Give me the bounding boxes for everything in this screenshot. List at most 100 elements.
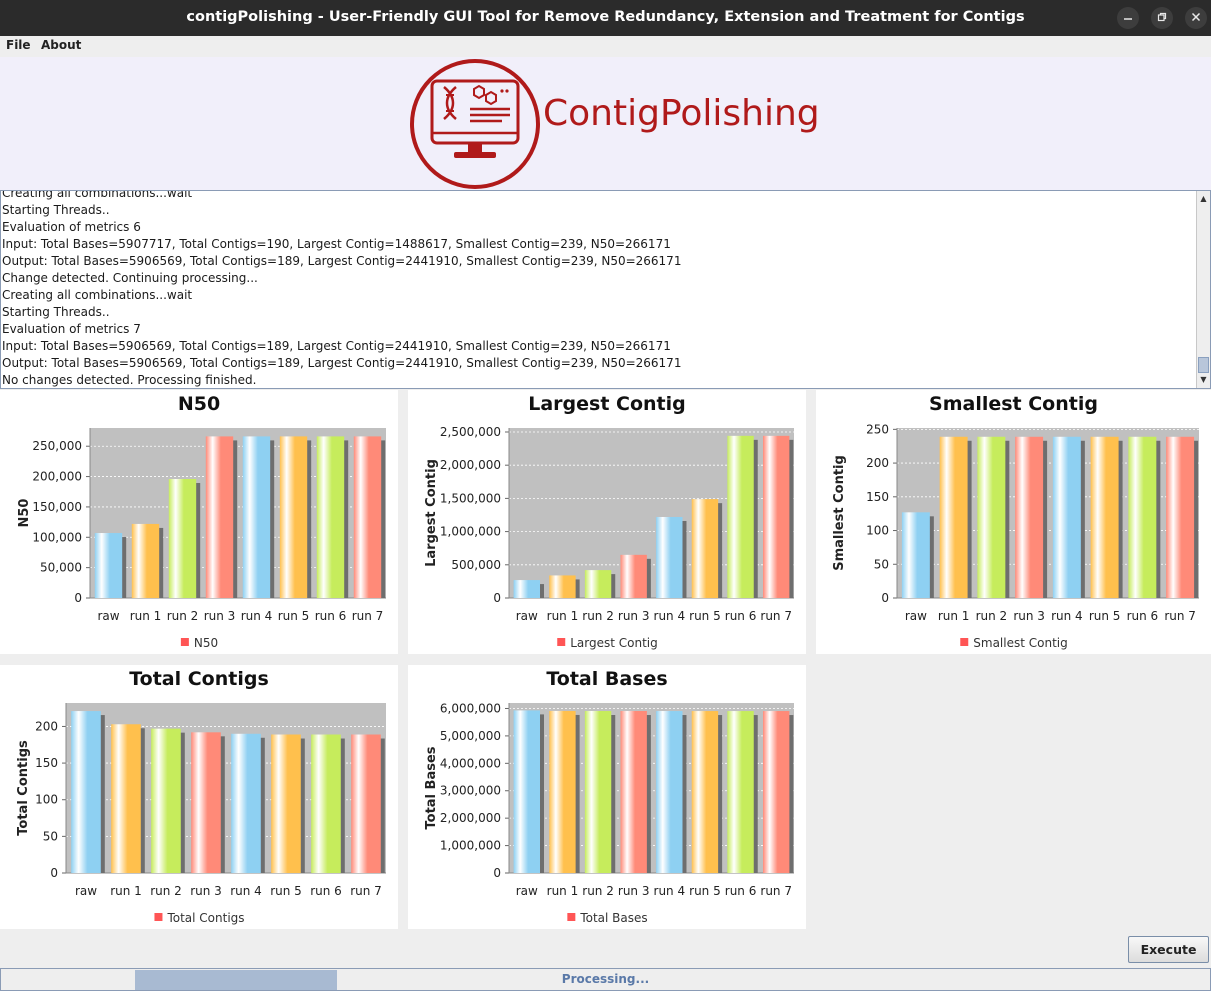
log-line: Starting Threads.. bbox=[2, 305, 110, 319]
chart-svg: 0 50,000 100,000 150,000 200,000 250,000 N50 ra… bbox=[17, 428, 386, 650]
chart-svg: 0 50 100 150 200 250 Smallest Contig raw run 1 ru… bbox=[832, 422, 1199, 650]
x-tick-label: run 1 bbox=[547, 609, 579, 623]
x-tick-label: run 4 bbox=[654, 609, 686, 623]
x-tick-label: run 2 bbox=[150, 884, 182, 898]
x-tick-label: run 2 bbox=[582, 609, 614, 623]
title-bar: contigPolishing - User-Friendly GUI Tool… bbox=[0, 0, 1211, 36]
bar-run-5 bbox=[691, 711, 719, 873]
y-tick-label: 0 bbox=[493, 866, 501, 880]
bar-run-3 bbox=[205, 436, 234, 598]
y-tick-label: 0 bbox=[50, 866, 58, 880]
bar-run-1 bbox=[939, 436, 968, 598]
bar-run-4 bbox=[231, 733, 261, 873]
legend-label: Smallest Contig bbox=[973, 636, 1067, 650]
bar-run-1 bbox=[131, 523, 160, 598]
bar-run-1 bbox=[549, 710, 576, 873]
chart-svg: 0 500,000 1,000,000 1,500,000 2,000,000 2,500… bbox=[424, 425, 794, 650]
x-tick-label: run 5 bbox=[1089, 609, 1121, 623]
y-tick-label: 5,000,000 bbox=[440, 729, 501, 743]
x-tick-label: run 6 bbox=[315, 609, 347, 623]
bar-run-1 bbox=[549, 575, 576, 598]
menu-about[interactable]: About bbox=[41, 38, 81, 52]
x-tick-label: run 4 bbox=[241, 609, 273, 623]
y-axis-title: Total Contigs bbox=[16, 740, 31, 836]
x-tick-label: run 7 bbox=[760, 609, 792, 623]
y-tick-label: 1,500,000 bbox=[440, 491, 501, 505]
bar-run-1 bbox=[111, 724, 141, 873]
chart-panel-smallest-contig: Smallest Contig 0 50 100 150 200 250 Smallest … bbox=[816, 390, 1211, 654]
y-tick-label: 100 bbox=[866, 524, 889, 538]
y-tick-label: 4,000,000 bbox=[440, 756, 501, 770]
y-tick-label: 100,000 bbox=[32, 530, 82, 544]
log-output[interactable]: Creating all combinations...wait Startin… bbox=[0, 190, 1211, 389]
x-tick-label: run 4 bbox=[654, 884, 686, 898]
y-tick-label: 200 bbox=[35, 719, 58, 733]
bar-run-3 bbox=[620, 554, 647, 598]
y-tick-label: 6,000,000 bbox=[440, 701, 501, 715]
minimize-button[interactable] bbox=[1117, 7, 1139, 29]
x-tick-label: run 1 bbox=[110, 884, 142, 898]
bar-run-2 bbox=[151, 728, 181, 873]
restore-icon bbox=[1157, 12, 1167, 22]
legend-marker bbox=[567, 913, 576, 921]
bar-run-4 bbox=[1052, 436, 1081, 598]
close-icon bbox=[1191, 12, 1201, 22]
log-lines: Creating all combinations...wait Startin… bbox=[2, 190, 681, 388]
minimize-icon bbox=[1124, 18, 1132, 20]
log-line: Starting Threads.. bbox=[2, 203, 110, 217]
y-tick-label: 3,000,000 bbox=[440, 784, 501, 798]
legend-marker bbox=[180, 638, 189, 646]
bar-run-3 bbox=[1015, 436, 1044, 598]
y-tick-label: 0 bbox=[74, 591, 82, 605]
y-tick-label: 0 bbox=[493, 591, 501, 605]
x-tick-label: run 4 bbox=[1051, 609, 1083, 623]
y-axis-title: N50 bbox=[17, 499, 32, 528]
bar-run-5 bbox=[279, 436, 308, 598]
log-line: Creating all combinations...wait bbox=[2, 190, 193, 200]
bar-run-2 bbox=[168, 479, 197, 598]
legend-label: N50 bbox=[194, 636, 218, 650]
y-tick-label: 0 bbox=[881, 591, 889, 605]
x-tick-label: run 6 bbox=[725, 609, 757, 623]
menu-bar: File About bbox=[0, 36, 1211, 57]
scroll-up-icon[interactable]: ▲ bbox=[1197, 193, 1210, 205]
chart-panel-largest-contig: Largest Contig 0 500,000 1,000,000 1,500,00… bbox=[408, 390, 806, 654]
bar-raw bbox=[901, 512, 930, 598]
chart-panel-total-contigs: Total Contigs 0 50 100 150 200 Total Contigs r… bbox=[0, 665, 398, 929]
execute-button[interactable]: Execute bbox=[1128, 936, 1209, 963]
progress-text: Processing... bbox=[561, 972, 650, 986]
y-axis-title: Total Bases bbox=[424, 746, 439, 829]
y-tick-label: 100 bbox=[35, 793, 58, 807]
window-title: contigPolishing - User-Friendly GUI Tool… bbox=[186, 9, 1025, 25]
legend-marker bbox=[557, 638, 566, 646]
bar-raw bbox=[94, 533, 123, 598]
log-line: Input: Total Bases=5906569, Total Contig… bbox=[2, 339, 671, 353]
x-tick-label: run 1 bbox=[547, 884, 579, 898]
maximize-button[interactable] bbox=[1151, 7, 1173, 29]
x-tick-label: run 6 bbox=[1127, 609, 1159, 623]
legend-label: Total Contigs bbox=[166, 911, 244, 925]
x-tick-label: run 6 bbox=[310, 884, 342, 898]
y-tick-label: 150 bbox=[866, 490, 889, 504]
log-scrollbar[interactable]: ▲ ▼ bbox=[1196, 191, 1210, 388]
log-line: Evaluation of metrics 7 bbox=[2, 322, 141, 336]
close-button[interactable] bbox=[1185, 7, 1207, 29]
scroll-thumb[interactable] bbox=[1198, 357, 1209, 373]
y-tick-label: 2,500,000 bbox=[440, 425, 501, 439]
y-tick-label: 1,000,000 bbox=[440, 839, 501, 853]
log-line: Creating all combinations...wait bbox=[2, 288, 193, 302]
progress-bar: Processing... bbox=[0, 968, 1211, 991]
x-tick-label: run 3 bbox=[618, 884, 650, 898]
bar-run-6 bbox=[727, 435, 754, 598]
y-tick-label: 500,000 bbox=[451, 558, 501, 572]
y-tick-label: 50,000 bbox=[40, 561, 82, 575]
bar-raw bbox=[513, 710, 540, 873]
legend-label: Total Bases bbox=[579, 911, 647, 925]
y-tick-label: 150 bbox=[35, 756, 58, 770]
menu-file[interactable]: File bbox=[6, 38, 31, 52]
bar-run-4 bbox=[242, 436, 271, 598]
scroll-down-icon[interactable]: ▼ bbox=[1197, 374, 1210, 386]
x-tick-label: run 4 bbox=[230, 884, 262, 898]
bar-run-3 bbox=[620, 711, 647, 873]
legend-label: Largest Contig bbox=[570, 636, 658, 650]
